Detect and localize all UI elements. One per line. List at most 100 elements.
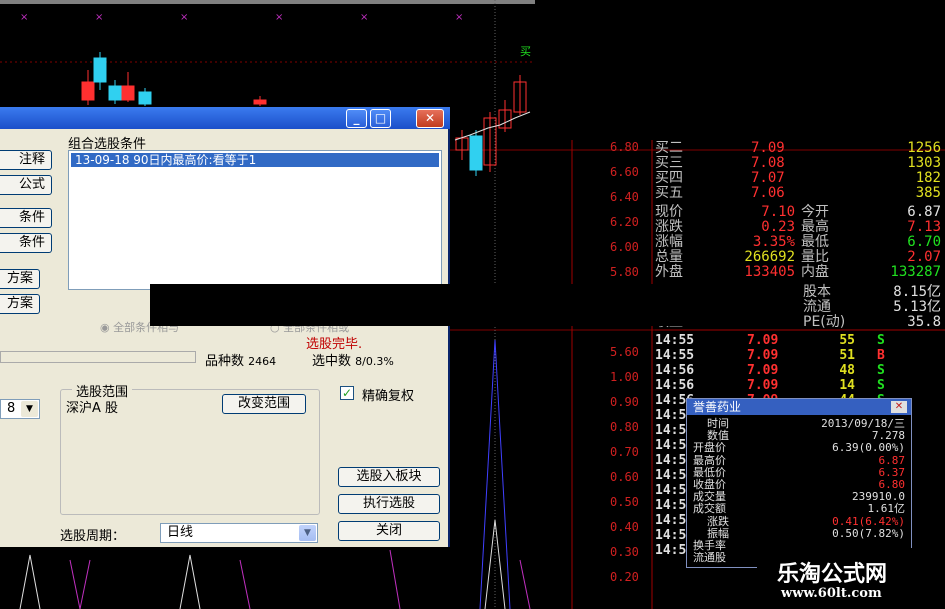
maximize-button[interactable]: □ [370,109,391,128]
extra-label: PE(动) [803,314,846,330]
tick-row: 14:55 7.09 51 B [655,348,945,363]
stat-label: 涨幅 [655,234,683,250]
order-label: 买五 [655,185,683,201]
tick-time: 14:55 [655,348,695,363]
small-combo-value: 8 [7,401,16,416]
tick-price: 7.09 [747,378,779,393]
order-book-row: 买五 7.06 385 [655,185,945,201]
candle-body [138,91,152,105]
precise-adjust-checkbox[interactable]: ✓ [340,386,354,400]
tick-direction: S [877,378,885,393]
price-axis-label: 0.90 [610,395,639,409]
popup-row-label: 振幅 [707,526,729,540]
order-price: 7.09 [751,140,785,156]
order-label: 买四 [655,170,683,186]
change-range-button[interactable]: 改变范围 [222,394,306,414]
order-price: 7.08 [751,155,785,171]
stat-label-2: 最低 [801,234,829,250]
info-popup[interactable]: 誉善药业 ✕ 时间 2013/09/18/三 数值 7.278 开盘价 6.39(0… [686,398,912,568]
tick-price: 7.09 [747,348,779,363]
chevron-down-icon[interactable]: ▼ [299,525,316,541]
stat-label: 外盘 [655,264,683,280]
popup-row-value: 239910.0 [852,490,905,504]
precise-adjust-label: 精确复权 [362,389,415,404]
tick-time: 14:55 [655,333,695,348]
selected-count: 选中数 8/0.3% [312,350,394,369]
popup-row: 最低价 6.37 [693,465,909,479]
close-window-button[interactable]: ✕ [416,109,444,128]
order-volume: 1303 [907,155,941,171]
svg-text:×: × [455,12,463,23]
popup-title: 誉善药业 [687,399,911,415]
order-label: 买三 [655,155,683,171]
period-label: 选股周期： [60,529,126,544]
popup-row-value: 0.41(6.42%) [832,514,905,528]
price-axis-label: 0.20 [610,570,639,584]
close-icon[interactable]: ✕ [891,401,907,413]
stat-value-2: 6.70 [907,234,941,250]
popup-row-value: 1.61亿 [867,502,906,516]
range-value: 深沪A 股 [66,401,119,416]
formula-note-button[interactable]: 注释 [0,150,52,170]
load-plan-button[interactable]: 方案 [0,269,40,289]
condition-item[interactable]: 13-09-18 90日内最高价:看等于1 [71,153,439,167]
add-to-block-button[interactable]: 选股入板块 [338,467,440,487]
watermark: 乐淘公式网 www.60lt.com [757,548,945,609]
order-book-row: 买三 7.08 1303 [655,155,945,171]
order-price: 7.07 [751,170,785,186]
popup-row-value: 2013/09/18/三 [821,417,905,430]
price-axis-label: 1.00 [610,370,639,384]
save-plan-button[interactable]: 方案 [0,294,40,314]
popup-row-value: 0.50(7.82%) [832,526,905,540]
tick-volume: 51 [839,348,855,363]
tick-row: 14:56 7.09 14 S [655,378,945,393]
order-volume: 1256 [907,140,941,156]
price-axis-label: 0.50 [610,495,639,509]
popup-row: 最高价 6.87 [693,453,909,467]
stock-count-value: 2464 [248,355,277,368]
svg-text:×: × [275,12,283,23]
candle-body [469,135,483,171]
minimize-button[interactable]: _ [346,109,367,128]
price-axis-label: 6.80 [610,140,639,154]
popup-row: 振幅 0.50(7.82%) [693,526,909,540]
tick-volume: 14 [839,378,855,393]
stock-count: 品种数 2464 [205,350,276,369]
popup-row: 开盘价 6.39(0.00%) [693,442,909,454]
stat-value-2: 6.87 [907,204,941,220]
delete-condition-button[interactable]: 条件 [0,233,52,253]
stat-label-2: 内盘 [801,264,829,280]
add-condition-button[interactable]: 条件 [0,208,52,228]
stat-value: 3.35% [752,234,795,250]
price-axis-label: 5.60 [610,345,639,359]
order-volume: 385 [915,185,941,201]
small-combo[interactable]: 8 ▼ [0,399,40,419]
price-axis-label: 6.20 [610,215,639,229]
stock-screener-dialog: _ □ ✕ 注释 公式 条件 条件 方案 方案 组合选股条件 13-09-18 … [0,107,450,547]
stat-label-2: 量比 [801,249,829,265]
watermark-title: 乐淘公式网 [777,561,888,587]
execute-button[interactable]: 执行选股 [338,494,440,514]
popup-row-label: 最高价 [693,453,726,467]
chevron-down-icon[interactable]: ▼ [21,401,38,417]
price-axis-label: 0.70 [610,445,639,459]
quote-stat-row: 涨幅 3.35% 最低 6.70 [655,234,945,250]
stat-label-2: 最高 [801,219,829,235]
condition-list[interactable]: 13-09-18 90日内最高价:看等于1 [68,150,442,290]
close-button[interactable]: 关闭 [338,521,440,541]
extra-label: 股本 [803,284,831,300]
popup-row-value: 6.37 [878,465,906,479]
view-formula-button[interactable]: 公式 [0,175,52,195]
period-select[interactable]: 日线 ▼ [160,523,318,543]
dialog-titlebar[interactable]: _ □ ✕ [0,107,450,129]
extra-value: 35.8 [907,314,941,330]
stat-value: 0.23 [761,219,795,235]
quote-stat-row: 现价 7.10 今开 6.87 [655,204,945,220]
order-price: 7.06 [751,185,785,201]
period-select-value: 日线 [167,525,194,540]
price-axis-label: 0.40 [610,520,639,534]
quote-stat-row: 总量 266692 量比 2.07 [655,249,945,265]
tick-volume: 55 [839,333,855,348]
tick-row: 14:55 7.09 55 S [655,333,945,348]
popup-row-value: 6.80 [878,478,906,491]
